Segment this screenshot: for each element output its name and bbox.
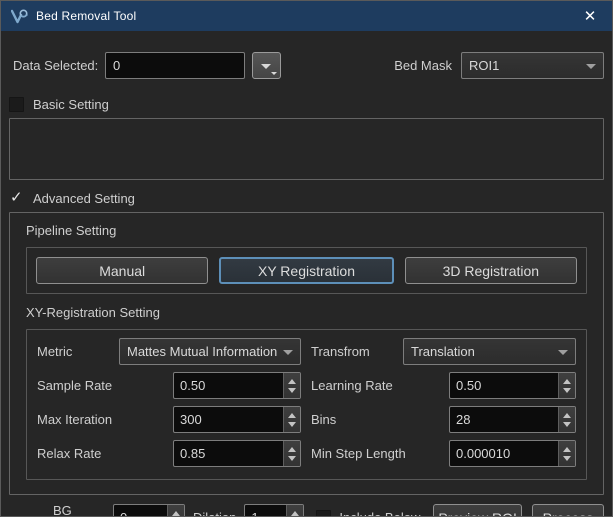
spin-up-icon bbox=[288, 447, 296, 452]
spin-arrows[interactable] bbox=[167, 505, 184, 517]
xy-registration-frame: Metric Mattes Mutual Information Transfr… bbox=[26, 329, 587, 480]
spin-down-icon bbox=[563, 422, 571, 427]
max-iteration-spinbox[interactable] bbox=[173, 406, 301, 433]
app-logo-icon bbox=[11, 8, 29, 24]
check-icon: ✓ bbox=[10, 188, 23, 206]
spin-row: Relax Rate Min Step Length bbox=[37, 440, 576, 467]
min-step-length-label: Min Step Length bbox=[311, 446, 449, 461]
chevron-down-icon bbox=[558, 350, 568, 355]
transform-select[interactable]: Translation bbox=[403, 338, 576, 365]
spin-arrows[interactable] bbox=[558, 441, 575, 466]
spin-arrows[interactable] bbox=[283, 373, 300, 398]
basic-setting-checkbox[interactable] bbox=[9, 97, 24, 112]
transform-label: Transfrom bbox=[311, 344, 403, 359]
spinbox-input[interactable] bbox=[174, 441, 283, 466]
spin-up-icon bbox=[288, 379, 296, 384]
relax-rate-label: Relax Rate bbox=[37, 446, 173, 461]
metric-select[interactable]: Mattes Mutual Information bbox=[119, 338, 301, 365]
data-selection-row: Data Selected: Bed Mask ROI1 bbox=[9, 51, 604, 79]
sample-rate-label: Sample Rate bbox=[37, 378, 173, 393]
spinbox-input[interactable] bbox=[450, 441, 558, 466]
data-selected-input[interactable] bbox=[105, 52, 245, 79]
max-iteration-label: Max Iteration bbox=[37, 412, 173, 427]
include-below-label: Include Below bbox=[339, 510, 420, 517]
bed-mask-group: Bed Mask ROI1 bbox=[394, 52, 604, 79]
spinbox-input[interactable] bbox=[174, 373, 283, 398]
preview-roi-button[interactable]: Preview ROI bbox=[433, 504, 522, 517]
spinbox-input[interactable] bbox=[450, 373, 558, 398]
advanced-setting-row: ✓ Advanced Setting bbox=[9, 189, 604, 207]
spin-up-icon bbox=[563, 447, 571, 452]
data-selected-dropdown-button[interactable] bbox=[252, 52, 281, 79]
spin-arrows[interactable] bbox=[558, 407, 575, 432]
spinbox-input[interactable] bbox=[174, 407, 283, 432]
manual-button[interactable]: Manual bbox=[36, 257, 208, 284]
include-below-checkbox[interactable] bbox=[316, 510, 331, 517]
menu-indicator-icon bbox=[271, 72, 277, 75]
xy-registration-button[interactable]: XY Registration bbox=[219, 257, 393, 284]
dilation-label: Dilation bbox=[193, 510, 236, 517]
bed-removal-dialog: Bed Removal Tool ✕ Data Selected: Bed Ma… bbox=[0, 0, 613, 517]
chevron-down-icon bbox=[283, 350, 293, 355]
learning-rate-label: Learning Rate bbox=[311, 378, 449, 393]
spin-row: Sample Rate Learning Rate bbox=[37, 372, 576, 399]
basic-setting-row: Basic Setting bbox=[9, 95, 604, 113]
window-title: Bed Removal Tool bbox=[36, 9, 136, 23]
close-button[interactable]: ✕ bbox=[576, 4, 604, 28]
data-selected-label: Data Selected: bbox=[9, 58, 105, 73]
min-step-length-spinbox[interactable] bbox=[449, 440, 576, 467]
chevron-down-icon bbox=[586, 64, 596, 69]
footer-row: BG value Dilation Include Below Preview … bbox=[9, 504, 604, 517]
dilation-spinbox[interactable] bbox=[244, 504, 304, 517]
spin-row: Max Iteration Bins bbox=[37, 406, 576, 433]
spin-down-icon bbox=[563, 456, 571, 461]
bed-mask-value: ROI1 bbox=[469, 58, 499, 73]
transform-value: Translation bbox=[411, 344, 475, 359]
advanced-setting-panel: Pipeline Setting Manual XY Registration … bbox=[9, 212, 604, 495]
spin-down-icon bbox=[288, 422, 296, 427]
sample-rate-spinbox[interactable] bbox=[173, 372, 301, 399]
spin-down-icon bbox=[563, 388, 571, 393]
spin-arrows[interactable] bbox=[283, 407, 300, 432]
metric-transform-row: Metric Mattes Mutual Information Transfr… bbox=[37, 338, 576, 365]
spin-up-icon bbox=[172, 511, 180, 516]
registration-3d-button[interactable]: 3D Registration bbox=[405, 257, 577, 284]
basic-setting-panel bbox=[9, 118, 604, 180]
xy-registration-setting-title: XY-Registration Setting bbox=[26, 305, 587, 320]
spin-down-icon bbox=[288, 456, 296, 461]
spin-up-icon bbox=[563, 413, 571, 418]
learning-rate-spinbox[interactable] bbox=[449, 372, 576, 399]
bed-mask-label: Bed Mask bbox=[394, 58, 452, 73]
spin-arrows[interactable] bbox=[283, 441, 300, 466]
spinbox-input[interactable] bbox=[450, 407, 558, 432]
advanced-setting-label: Advanced Setting bbox=[33, 191, 135, 206]
pipeline-frame: Manual XY Registration 3D Registration bbox=[26, 247, 587, 294]
spin-up-icon bbox=[291, 511, 299, 516]
bins-label: Bins bbox=[311, 412, 449, 427]
dropdown-arrow-icon bbox=[261, 64, 271, 69]
process-button[interactable]: Process bbox=[532, 504, 604, 517]
metric-label: Metric bbox=[37, 344, 119, 359]
advanced-setting-checkbox[interactable]: ✓ bbox=[9, 191, 24, 206]
spin-up-icon bbox=[563, 379, 571, 384]
dialog-content: Data Selected: Bed Mask ROI1 Basic Setti… bbox=[1, 31, 612, 517]
bins-spinbox[interactable] bbox=[449, 406, 576, 433]
spin-arrows[interactable] bbox=[286, 505, 303, 517]
titlebar: Bed Removal Tool ✕ bbox=[1, 1, 612, 31]
bg-value-label: BG value bbox=[53, 503, 105, 517]
metric-value: Mattes Mutual Information bbox=[127, 344, 277, 359]
bed-mask-select[interactable]: ROI1 bbox=[461, 52, 604, 79]
spin-up-icon bbox=[288, 413, 296, 418]
spin-arrows[interactable] bbox=[558, 373, 575, 398]
spin-down-icon bbox=[288, 388, 296, 393]
spinbox-input[interactable] bbox=[245, 505, 286, 517]
pipeline-setting-title: Pipeline Setting bbox=[26, 223, 587, 238]
basic-setting-label: Basic Setting bbox=[33, 97, 109, 112]
spinbox-input[interactable] bbox=[114, 505, 167, 517]
close-icon: ✕ bbox=[584, 7, 597, 25]
relax-rate-spinbox[interactable] bbox=[173, 440, 301, 467]
bg-value-spinbox[interactable] bbox=[113, 504, 185, 517]
